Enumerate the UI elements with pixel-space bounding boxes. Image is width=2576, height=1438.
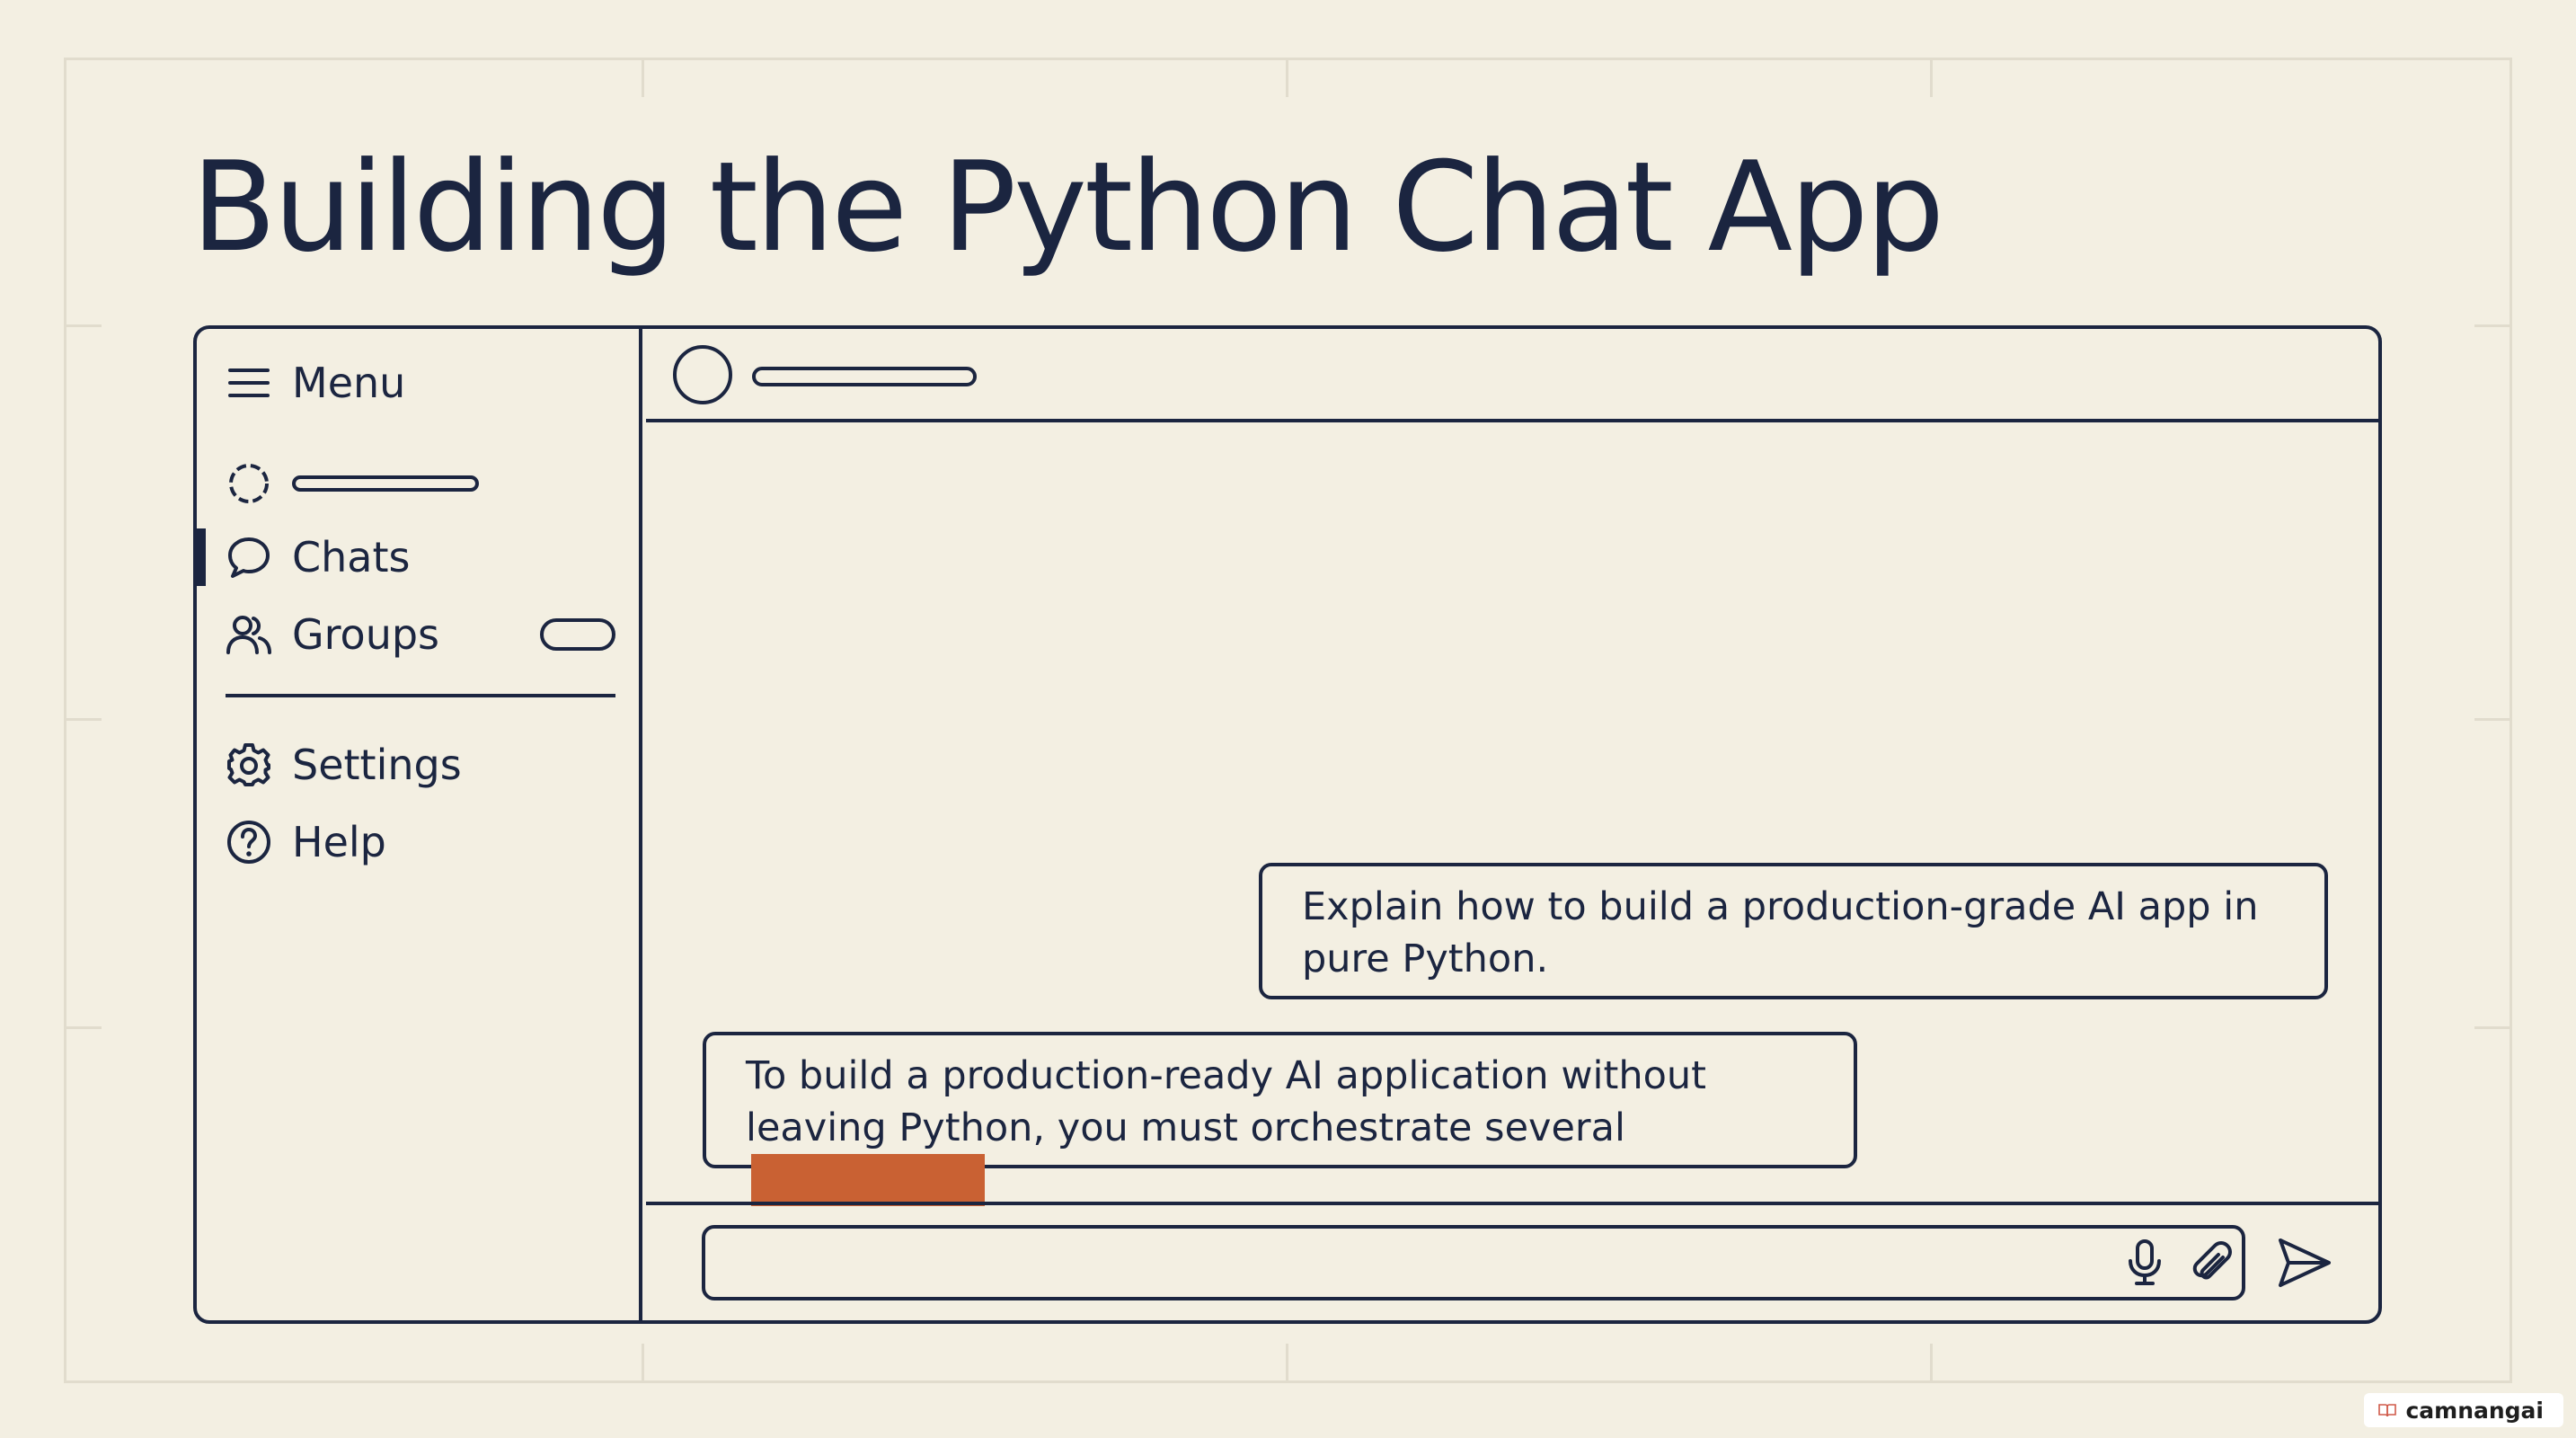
paperclip-icon xyxy=(2192,1241,2232,1280)
sidebar-item-label: Help xyxy=(292,818,386,866)
question-circle-icon xyxy=(226,819,272,865)
watermark-badge: camnangai xyxy=(2364,1393,2563,1427)
guide-tick xyxy=(2474,324,2512,327)
sidebar-item-groups[interactable]: Groups xyxy=(226,608,439,661)
send-button[interactable] xyxy=(2274,1232,2335,1293)
user-message-bubble: Explain how to build a production-grade … xyxy=(1259,863,2328,999)
chat-title-placeholder xyxy=(752,367,977,386)
guide-tick xyxy=(64,718,102,721)
message-text: Explain how to build a production-grade … xyxy=(1302,884,2259,981)
sidebar-item-label: Chats xyxy=(292,533,411,581)
sidebar: Menu Chats Groups Settings Help xyxy=(197,329,642,1320)
guide-tick xyxy=(2474,718,2512,721)
guide-tick xyxy=(64,1026,102,1029)
microphone-button[interactable] xyxy=(2118,1236,2172,1290)
sidebar-item-chats[interactable]: Chats xyxy=(226,530,410,584)
avatar[interactable] xyxy=(673,345,732,404)
sidebar-item-label: Groups xyxy=(292,610,440,659)
app-window: Menu Chats Groups Settings Help Explain … xyxy=(193,325,2382,1324)
watermark-text: camnangai xyxy=(2405,1397,2544,1424)
speech-bubble-icon xyxy=(226,534,272,581)
guide-tick xyxy=(1286,1344,1288,1383)
guide-tick xyxy=(1286,58,1288,97)
guide-tick xyxy=(1930,58,1933,97)
composer xyxy=(646,1202,2378,1320)
guide-tick xyxy=(64,324,102,327)
guide-tick xyxy=(642,58,644,97)
users-icon xyxy=(226,611,272,658)
message-text: To build a production-ready AI applicati… xyxy=(746,1053,1706,1150)
menu-button[interactable]: Menu xyxy=(226,356,405,410)
slide-title: Building the Python Chat App xyxy=(191,135,1944,280)
guide-tick xyxy=(1930,1344,1933,1383)
sidebar-item-loading[interactable] xyxy=(226,457,479,510)
loading-spinner-icon xyxy=(226,460,272,507)
guide-tick xyxy=(642,1344,644,1383)
groups-toggle[interactable] xyxy=(540,618,615,651)
sidebar-item-label: Settings xyxy=(292,741,462,789)
gear-icon xyxy=(226,741,272,788)
sidebar-item-settings[interactable]: Settings xyxy=(226,738,462,792)
attach-button[interactable] xyxy=(2185,1236,2239,1290)
chat-panel: Explain how to build a production-grade … xyxy=(646,329,2378,1320)
placeholder-bar xyxy=(292,475,479,492)
send-icon xyxy=(2279,1238,2331,1287)
microphone-icon xyxy=(2129,1239,2161,1285)
sidebar-item-help[interactable]: Help xyxy=(226,815,386,869)
hamburger-menu-icon xyxy=(226,360,272,406)
menu-label: Menu xyxy=(292,359,406,407)
book-icon xyxy=(2378,1404,2397,1417)
message-input[interactable] xyxy=(702,1225,2245,1300)
assistant-message-bubble: To build a production-ready AI applicati… xyxy=(703,1032,1857,1206)
streaming-highlight xyxy=(751,1154,985,1206)
chat-header xyxy=(646,329,2378,422)
guide-tick xyxy=(2474,1026,2512,1029)
sidebar-divider xyxy=(226,694,615,697)
active-indicator xyxy=(197,528,206,586)
